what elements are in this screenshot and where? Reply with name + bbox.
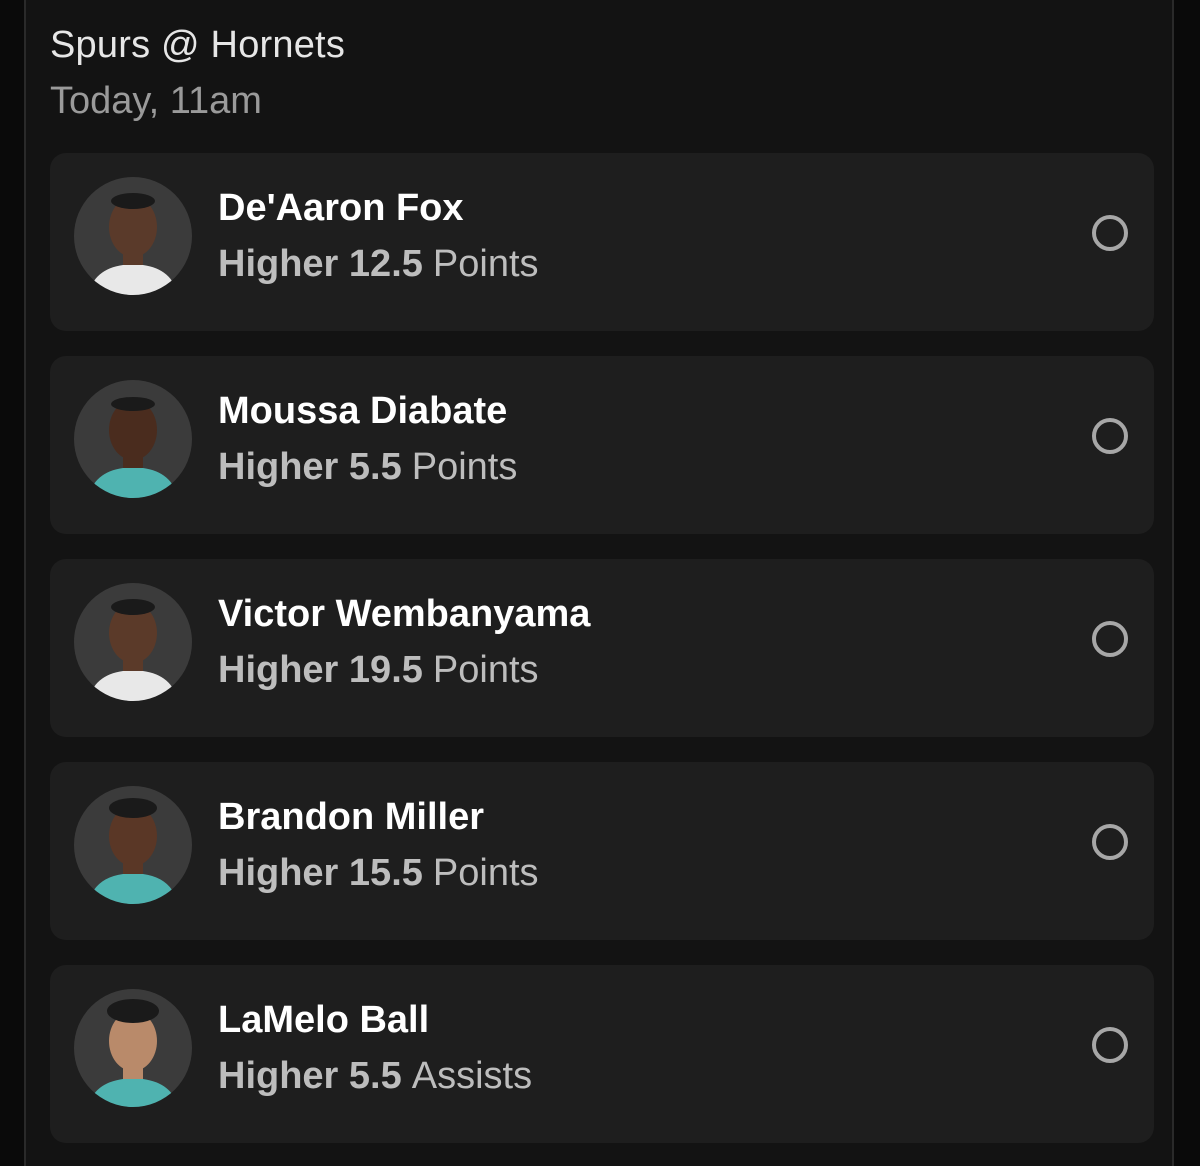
pick-value: 5.5 bbox=[348, 1055, 402, 1097]
pick-stat: Points bbox=[432, 243, 539, 285]
pick-stat: Assists bbox=[411, 1055, 533, 1097]
game-matchup: Spurs @ Hornets bbox=[50, 24, 346, 66]
player-name: De'Aaron Fox bbox=[218, 187, 464, 229]
pick-card[interactable]: Moussa Diabate Higher 5.5 Points bbox=[50, 356, 1154, 534]
pick-direction: Higher bbox=[218, 446, 339, 488]
player-avatar bbox=[74, 177, 192, 295]
select-radio[interactable] bbox=[1092, 1027, 1128, 1063]
pick-card[interactable]: LaMelo Ball Higher 5.5 Assists bbox=[50, 965, 1154, 1143]
player-name: Brandon Miller bbox=[218, 796, 485, 838]
pick-value: 5.5 bbox=[348, 446, 402, 488]
pick-card[interactable]: De'Aaron Fox Higher 12.5 Points bbox=[50, 153, 1154, 331]
select-radio[interactable] bbox=[1092, 621, 1128, 657]
pick-value: 19.5 bbox=[348, 649, 423, 691]
pick-value: 12.5 bbox=[348, 243, 423, 285]
pick-stat: Points bbox=[411, 446, 518, 488]
player-avatar bbox=[74, 786, 192, 904]
select-radio[interactable] bbox=[1092, 418, 1128, 454]
pick-card[interactable]: Brandon Miller Higher 15.5 Points bbox=[50, 762, 1154, 940]
player-name: LaMelo Ball bbox=[218, 999, 430, 1041]
pick-stat: Points bbox=[432, 649, 539, 691]
pick-direction: Higher bbox=[218, 649, 339, 691]
player-avatar bbox=[74, 989, 192, 1107]
pick-line: Higher 15.5 Points bbox=[218, 852, 539, 895]
pick-direction: Higher bbox=[218, 1055, 339, 1097]
pick-direction: Higher bbox=[218, 852, 339, 894]
select-radio[interactable] bbox=[1092, 215, 1128, 251]
pick-line: Higher 5.5 Points bbox=[218, 446, 517, 489]
player-avatar bbox=[74, 380, 192, 498]
pick-line: Higher 12.5 Points bbox=[218, 243, 539, 286]
player-name: Victor Wembanyama bbox=[218, 593, 591, 635]
pick-direction: Higher bbox=[218, 243, 339, 285]
player-name: Moussa Diabate bbox=[218, 390, 508, 432]
pick-card[interactable]: Victor Wembanyama Higher 19.5 Points bbox=[50, 559, 1154, 737]
game-panel: Spurs @ Hornets Today, 11am De'Aaron Fox… bbox=[24, 0, 1174, 1166]
pick-line: Higher 19.5 Points bbox=[218, 649, 539, 692]
player-avatar bbox=[74, 583, 192, 701]
pick-line: Higher 5.5 Assists bbox=[218, 1055, 532, 1098]
select-radio[interactable] bbox=[1092, 824, 1128, 860]
game-time: Today, 11am bbox=[50, 80, 262, 122]
pick-stat: Points bbox=[432, 852, 539, 894]
pick-value: 15.5 bbox=[348, 852, 423, 894]
